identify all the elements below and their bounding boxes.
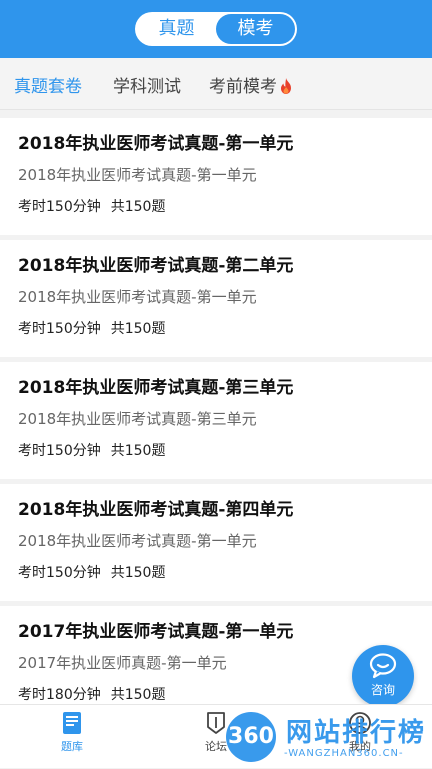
nav-profile[interactable]: 我的 (320, 705, 400, 769)
exam-subtitle: 2018年执业医师考试真题-第一单元 (18, 166, 257, 184)
exam-title: 2017年执业医师考试真题-第一单元 (18, 622, 294, 642)
exam-duration: 考时180分钟 (18, 687, 101, 703)
exam-subtitle: 2017年执业医师真题-第一单元 (18, 654, 227, 672)
exam-title: 2018年执业医师考试真题-第二单元 (18, 256, 294, 276)
exam-card[interactable]: 2018年执业医师考试真题-第二单元 2018年执业医师考试真题-第一单元 考时15… (0, 240, 432, 357)
exam-meta: 考时150分钟 共150题 (18, 318, 165, 338)
exam-title: 2018年执业医师考试真题-第四单元 (18, 500, 294, 520)
nav-question-bank[interactable]: 题库 (32, 705, 112, 769)
exam-question-count: 共150题 (110, 321, 166, 337)
bottom-nav: 题库 论坛 我的 (0, 704, 432, 768)
segment-control: 真题 模考 (135, 12, 297, 46)
tab-real-sets[interactable]: 真题套卷 (14, 72, 82, 97)
tab-pre-exam-mock-label: 考前模考 (209, 77, 277, 97)
top-bar: 真题 模考 (0, 0, 432, 58)
nav-forum-label: 论坛 (205, 740, 227, 753)
tab-pre-exam-mock[interactable]: 考前模考 (209, 72, 293, 97)
nav-profile-label: 我的 (349, 740, 371, 753)
nav-forum[interactable]: 论坛 (176, 705, 256, 769)
consult-button[interactable]: 咨询 (352, 645, 414, 707)
exam-subtitle: 2018年执业医师考试真题-第一单元 (18, 288, 257, 306)
exam-card[interactable]: 2018年执业医师考试真题-第四单元 2018年执业医师考试真题-第一单元 考时15… (0, 484, 432, 601)
tab-subject-tests[interactable]: 学科测试 (113, 72, 181, 97)
user-icon (349, 712, 371, 734)
exam-meta: 考时150分钟 共150题 (18, 440, 165, 460)
exam-duration: 考时150分钟 (18, 321, 101, 337)
exam-duration: 考时150分钟 (18, 565, 101, 581)
exam-question-count: 共150题 (110, 687, 166, 703)
sub-tab-bar: 真题套卷 学科测试 考前模考 (0, 58, 432, 110)
book-icon (63, 712, 81, 734)
exam-question-count: 共150题 (110, 565, 166, 581)
exam-meta: 考时180分钟 共150题 (18, 684, 165, 704)
exam-title: 2018年执业医师考试真题-第一单元 (18, 134, 294, 154)
exam-meta: 考时150分钟 共150题 (18, 196, 165, 216)
exam-list: 2018年执业医师考试真题-第一单元 2018年执业医师考试真题-第一单元 考时15… (0, 118, 432, 728)
exam-title: 2018年执业医师考试真题-第三单元 (18, 378, 294, 398)
exam-question-count: 共150题 (110, 199, 166, 215)
chat-bubble-icon (369, 653, 397, 679)
consult-label: 咨询 (370, 683, 395, 697)
exam-card[interactable]: 2018年执业医师考试真题-第一单元 2018年执业医师考试真题-第一单元 考时15… (0, 118, 432, 235)
exam-subtitle: 2018年执业医师考试真题-第一单元 (18, 532, 257, 550)
nav-question-bank-label: 题库 (61, 740, 83, 753)
segment-mock-exam[interactable]: 模考 (216, 14, 295, 44)
exam-duration: 考时150分钟 (18, 443, 101, 459)
segment-real-exam[interactable]: 真题 (137, 14, 216, 44)
exam-question-count: 共150题 (110, 443, 166, 459)
exam-card[interactable]: 2018年执业医师考试真题-第三单元 2018年执业医师考试真题-第三单元 考时15… (0, 362, 432, 479)
forum-icon (207, 712, 225, 734)
exam-duration: 考时150分钟 (18, 199, 101, 215)
exam-meta: 考时150分钟 共150题 (18, 562, 165, 582)
exam-subtitle: 2018年执业医师考试真题-第三单元 (18, 410, 257, 428)
flame-icon (281, 78, 291, 94)
